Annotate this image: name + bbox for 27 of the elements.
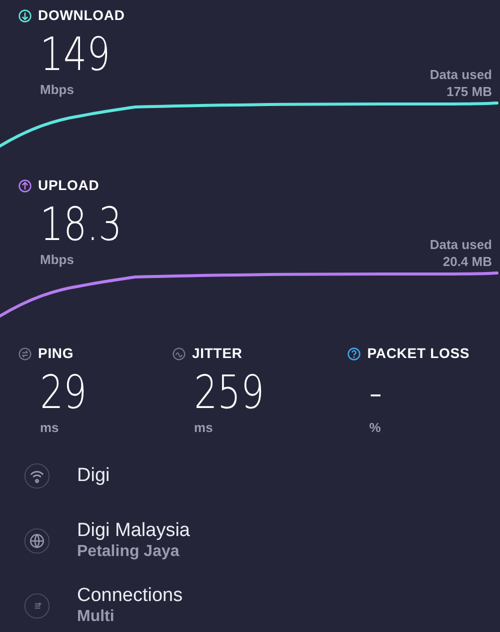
metric-label: PACKET LOSS bbox=[367, 344, 470, 363]
info-subtitle: Multi bbox=[77, 607, 116, 627]
metric-unit: ms bbox=[194, 419, 213, 437]
metric-label: JITTER bbox=[192, 344, 242, 363]
ping-icon bbox=[18, 346, 32, 360]
metric-unit: ms bbox=[40, 419, 59, 437]
speed-label: UPLOAD bbox=[38, 176, 100, 195]
data-used-value: 20.4 MB bbox=[442, 253, 492, 270]
info-title: Digi bbox=[77, 464, 110, 487]
wave-icon bbox=[172, 346, 186, 360]
metric-value: 259 bbox=[194, 368, 264, 416]
metric-value: - bbox=[369, 368, 383, 416]
metric-unit: % bbox=[369, 419, 381, 437]
info-subtitle: Petaling Jaya bbox=[77, 542, 180, 562]
help-icon bbox=[347, 346, 362, 360]
data-used-label: Data used bbox=[430, 66, 492, 83]
speed-unit: Mbps bbox=[40, 251, 74, 269]
data-used-label: Data used bbox=[430, 236, 492, 253]
info-title: Connections bbox=[77, 584, 183, 607]
data-used-value: 175 MB bbox=[446, 83, 492, 100]
speed-value: 18.3 bbox=[40, 200, 122, 248]
speed-unit: Mbps bbox=[40, 81, 74, 99]
metric-value: 29 bbox=[40, 368, 87, 416]
speed-value: 149 bbox=[40, 30, 110, 78]
metric-label: PING bbox=[38, 344, 74, 363]
info-title: Digi Malaysia bbox=[77, 519, 190, 542]
speed-label: DOWNLOAD bbox=[38, 6, 125, 25]
